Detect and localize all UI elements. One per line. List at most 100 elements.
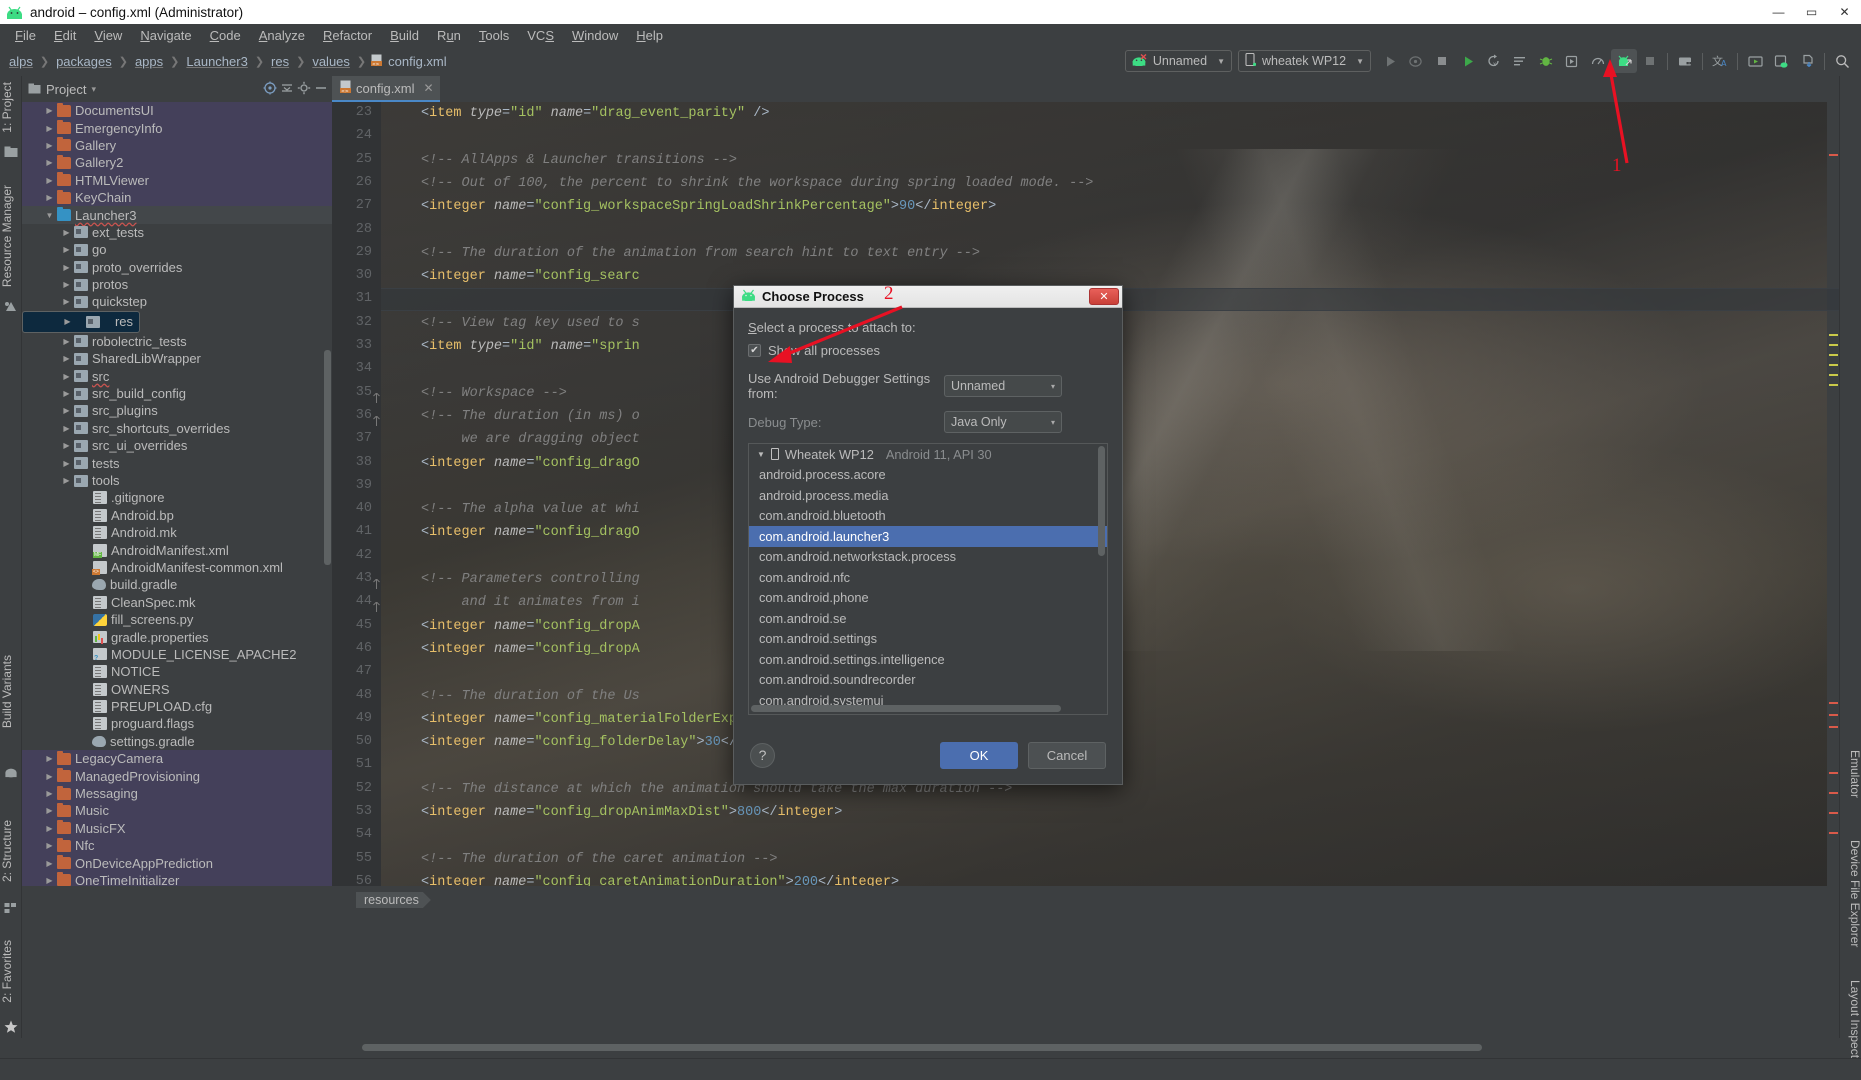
tab-config-xml[interactable]: <> config.xml ✕ — [332, 76, 440, 102]
code-line[interactable]: <!-- AllApps & Launcher transitions --> — [421, 152, 737, 169]
code-line[interactable]: <integer name="config_caretAnimationDura… — [421, 874, 899, 886]
process-list-device-row[interactable]: ▼ Wheatek WP12 Android 11, API 30 — [749, 444, 1107, 465]
chevron-right-icon[interactable]: ▶ — [60, 245, 73, 254]
line-number[interactable]: 33 — [356, 338, 372, 353]
process-list[interactable]: ▼ Wheatek WP12 Android 11, API 30 android.… — [748, 443, 1108, 715]
line-number[interactable]: 45 — [356, 618, 372, 633]
chevron-down-icon[interactable]: ▾ — [91, 84, 96, 95]
tree-node-emergencyinfo[interactable]: ▶ EmergencyInfo — [22, 119, 332, 137]
line-number[interactable]: 32 — [356, 315, 372, 330]
tree-node-sharedlibwrapper[interactable]: ▶ SharedLibWrapper — [22, 350, 332, 367]
ok-button[interactable]: OK — [940, 741, 1018, 769]
chevron-right-icon[interactable]: ▶ — [60, 372, 73, 381]
code-line[interactable]: <!-- View tag key used to s — [421, 315, 640, 332]
chevron-right-icon[interactable]: ▶ — [43, 124, 56, 133]
device-manager-button[interactable] — [1768, 49, 1794, 73]
line-number[interactable]: 38 — [356, 455, 372, 470]
sidebar-item-structure[interactable]: 2: Structure — [0, 816, 22, 886]
chevron-right-icon[interactable]: ▶ — [60, 441, 73, 450]
gradle-sync-button[interactable] — [1794, 49, 1820, 73]
menu-analyze[interactable]: Analyze — [250, 26, 314, 45]
chevron-right-icon[interactable]: ▶ — [43, 158, 56, 167]
search-everywhere-button[interactable] — [1829, 49, 1855, 73]
chevron-right-icon[interactable]: ▶ — [60, 354, 73, 363]
collapse-all-icon[interactable] — [280, 81, 294, 98]
sdk-manager-button[interactable] — [1672, 49, 1698, 73]
chevron-right-icon[interactable]: ▶ — [43, 176, 56, 185]
chevron-right-icon[interactable]: ▶ — [60, 337, 73, 346]
tree-node-androidmanifest-common-xml[interactable]: · AndroidManifest-common.xml — [22, 559, 332, 576]
menu-run[interactable]: Run — [428, 26, 470, 45]
tree-node-android-mk[interactable]: · Android.mk — [22, 524, 332, 541]
cancel-button[interactable]: Cancel — [1028, 741, 1106, 769]
stop-button[interactable] — [1429, 49, 1455, 73]
tree-node-htmlviewer[interactable]: ▶ HTMLViewer — [22, 171, 332, 189]
process-list-scrollbar[interactable] — [1098, 446, 1105, 556]
code-line[interactable]: <!-- Workspace --> — [421, 385, 567, 402]
chevron-right-icon[interactable]: ▶ — [43, 789, 56, 798]
tree-node-musicfx[interactable]: ▶ MusicFX — [22, 819, 332, 838]
warning-marker[interactable] — [1829, 364, 1838, 366]
chevron-right-icon[interactable]: ▶ — [43, 841, 56, 850]
chevron-right-icon[interactable]: ▶ — [61, 317, 74, 326]
tree-node--gitignore[interactable]: · .gitignore — [22, 489, 332, 506]
tree-node-notice[interactable]: · NOTICE — [22, 663, 332, 680]
line-number[interactable]: 42 — [356, 548, 372, 563]
tree-node-protos[interactable]: ▶ protos — [22, 276, 332, 293]
chevron-right-icon[interactable]: ▶ — [43, 824, 56, 833]
chevron-right-icon[interactable]: ▶ — [60, 459, 73, 468]
tree-node-tools[interactable]: ▶ tools — [22, 472, 332, 489]
chevron-right-icon[interactable]: ▶ — [43, 876, 56, 885]
help-button[interactable]: ? — [750, 742, 775, 768]
chevron-down-icon[interactable]: ▼ — [43, 211, 56, 220]
tree-node-gradle-properties[interactable]: · gradle.properties — [22, 628, 332, 645]
tree-node-gallery[interactable]: ▶ Gallery — [22, 136, 332, 155]
tree-node-proguard-flags[interactable]: · proguard.flags — [22, 715, 332, 732]
show-all-processes-row[interactable]: ✔ Show all processes — [748, 343, 1108, 358]
sidebar-item-resource-manager[interactable]: Resource Manager — [0, 181, 22, 291]
debug-attach-button[interactable] — [1559, 49, 1585, 73]
code-line[interactable]: <!-- Parameters controlling — [421, 571, 640, 588]
tree-node-launcher3[interactable]: ▼ Launcher3 — [22, 206, 332, 224]
breadcrumb-item-alps[interactable]: alps — [7, 54, 35, 69]
code-line[interactable]: <!-- The alpha value at whi — [421, 501, 640, 518]
line-number[interactable]: 39 — [356, 478, 372, 493]
error-marker[interactable] — [1829, 812, 1838, 814]
line-number[interactable]: 49 — [356, 711, 372, 726]
chevron-right-icon[interactable]: ▶ — [60, 263, 73, 272]
breadcrumb-item-apps[interactable]: apps — [133, 54, 165, 69]
tree-node-cleanspec-mk[interactable]: · CleanSpec.mk — [22, 594, 332, 611]
sidebar-item-emulator[interactable]: Emulator — [1840, 746, 1861, 802]
tree-node-tests[interactable]: ▶ tests — [22, 454, 332, 471]
line-number[interactable]: 48 — [356, 688, 372, 703]
chevron-right-icon[interactable]: ▶ — [43, 193, 56, 202]
code-line[interactable]: <!-- The duration (in ms) o — [421, 408, 640, 425]
tree-node-src-ui-overrides[interactable]: ▶ src_ui_overrides — [22, 437, 332, 454]
code-line[interactable]: <item type="id" name="drag_event_parity"… — [421, 105, 769, 122]
line-number[interactable]: 51 — [356, 757, 372, 772]
menu-navigate[interactable]: Navigate — [131, 26, 200, 45]
attach-debugger-lines-icon[interactable] — [1507, 49, 1533, 73]
run-coverage-button[interactable] — [1403, 49, 1429, 73]
chevron-right-icon[interactable]: ▶ — [60, 389, 73, 398]
process-row[interactable]: com.android.se — [749, 608, 1107, 629]
tree-node-src-build-config[interactable]: ▶ src_build_config — [22, 385, 332, 402]
tree-node-onetimeinitializer[interactable]: ▶ OneTimeInitializer — [22, 871, 332, 886]
tree-node-documentsui[interactable]: ▶ DocumentsUI — [22, 102, 332, 120]
chevron-right-icon[interactable]: ▶ — [43, 754, 56, 763]
line-number[interactable]: 25 — [356, 152, 372, 167]
process-row[interactable]: com.android.soundrecorder — [749, 670, 1107, 691]
editor-horizontal-scrollbar[interactable] — [356, 1043, 1836, 1052]
breadcrumb-item-config-xml[interactable]: config.xml — [386, 54, 449, 69]
code-line[interactable]: <integer name="config_dropAnimMaxDist">8… — [421, 804, 842, 821]
chevron-right-icon[interactable]: ▶ — [43, 859, 56, 868]
tree-node-messaging[interactable]: ▶ Messaging — [22, 784, 332, 803]
line-number[interactable]: 24 — [356, 128, 372, 143]
menu-code[interactable]: Code — [201, 26, 250, 45]
tree-node-nfc[interactable]: ▶ Nfc — [22, 837, 332, 855]
menu-vcs[interactable]: VCS — [518, 26, 563, 45]
show-all-processes-checkbox[interactable]: ✔ — [748, 344, 761, 357]
error-marker[interactable] — [1829, 832, 1838, 834]
project-tree[interactable]: ▶ DocumentsUI ▶ EmergencyInfo ▶ Gallery ▶ Galle… — [22, 102, 332, 886]
tree-node-ext-tests[interactable]: ▶ ext_tests — [22, 224, 332, 241]
